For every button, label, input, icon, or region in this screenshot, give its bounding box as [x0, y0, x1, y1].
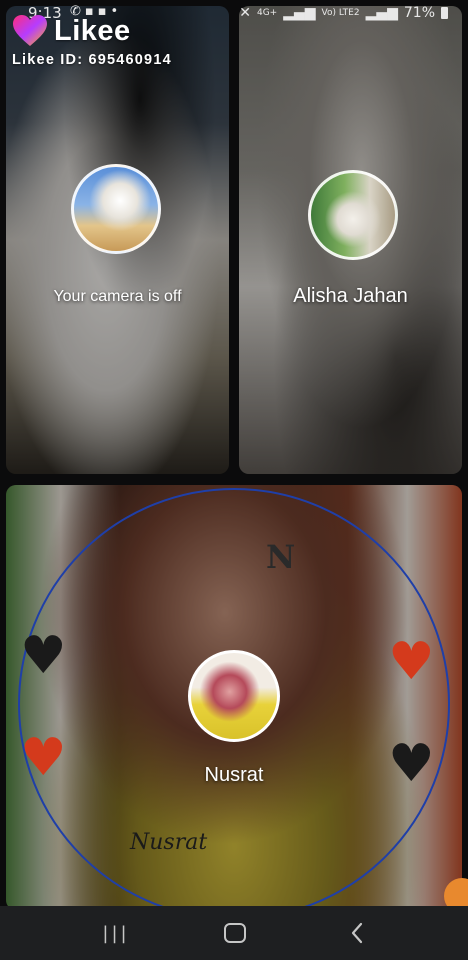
avatar-alisha — [308, 170, 398, 260]
brand-name: Likee — [54, 14, 131, 47]
signal-icon-2: ▂▄▆ — [365, 5, 398, 21]
volte-label: Vo) LTE2 — [321, 7, 360, 18]
participant-name-alisha: Alisha Jahan — [293, 285, 408, 307]
network-label: 4G+ — [256, 7, 278, 18]
battery-icon — [441, 7, 448, 19]
recents-icon: ||| — [102, 922, 130, 944]
home-button[interactable] — [222, 920, 248, 946]
heart-logo-icon — [13, 15, 47, 46]
participant-name-nusrat: Nusrat — [204, 764, 264, 786]
recents-button[interactable]: ||| — [96, 920, 136, 946]
avatar-self — [71, 164, 161, 254]
mute-icon: ✕ — [239, 5, 251, 21]
camera-off-label: Your camera is off — [53, 288, 182, 305]
likee-id: Likee ID: 695460914 — [12, 52, 172, 68]
back-icon — [351, 922, 363, 944]
back-button[interactable] — [342, 920, 372, 946]
black-heart-icon: ♥ — [20, 626, 67, 686]
signal-icon: ▂▄▆ — [283, 5, 316, 21]
red-heart-icon: ♥ — [388, 632, 435, 692]
battery-percent: 71% — [403, 5, 435, 21]
decor-signature: Nusrat — [130, 830, 208, 855]
decor-letter: N — [266, 538, 296, 576]
home-icon — [224, 923, 246, 943]
status-right: ✕ 4G+ ▂▄▆ Vo) LTE2 ▂▄▆ 71% — [239, 5, 448, 21]
navigation-bar: ||| — [0, 906, 468, 960]
likee-brand: Likee Likee ID: 695460914 — [12, 14, 172, 69]
avatar-nusrat — [188, 650, 280, 742]
